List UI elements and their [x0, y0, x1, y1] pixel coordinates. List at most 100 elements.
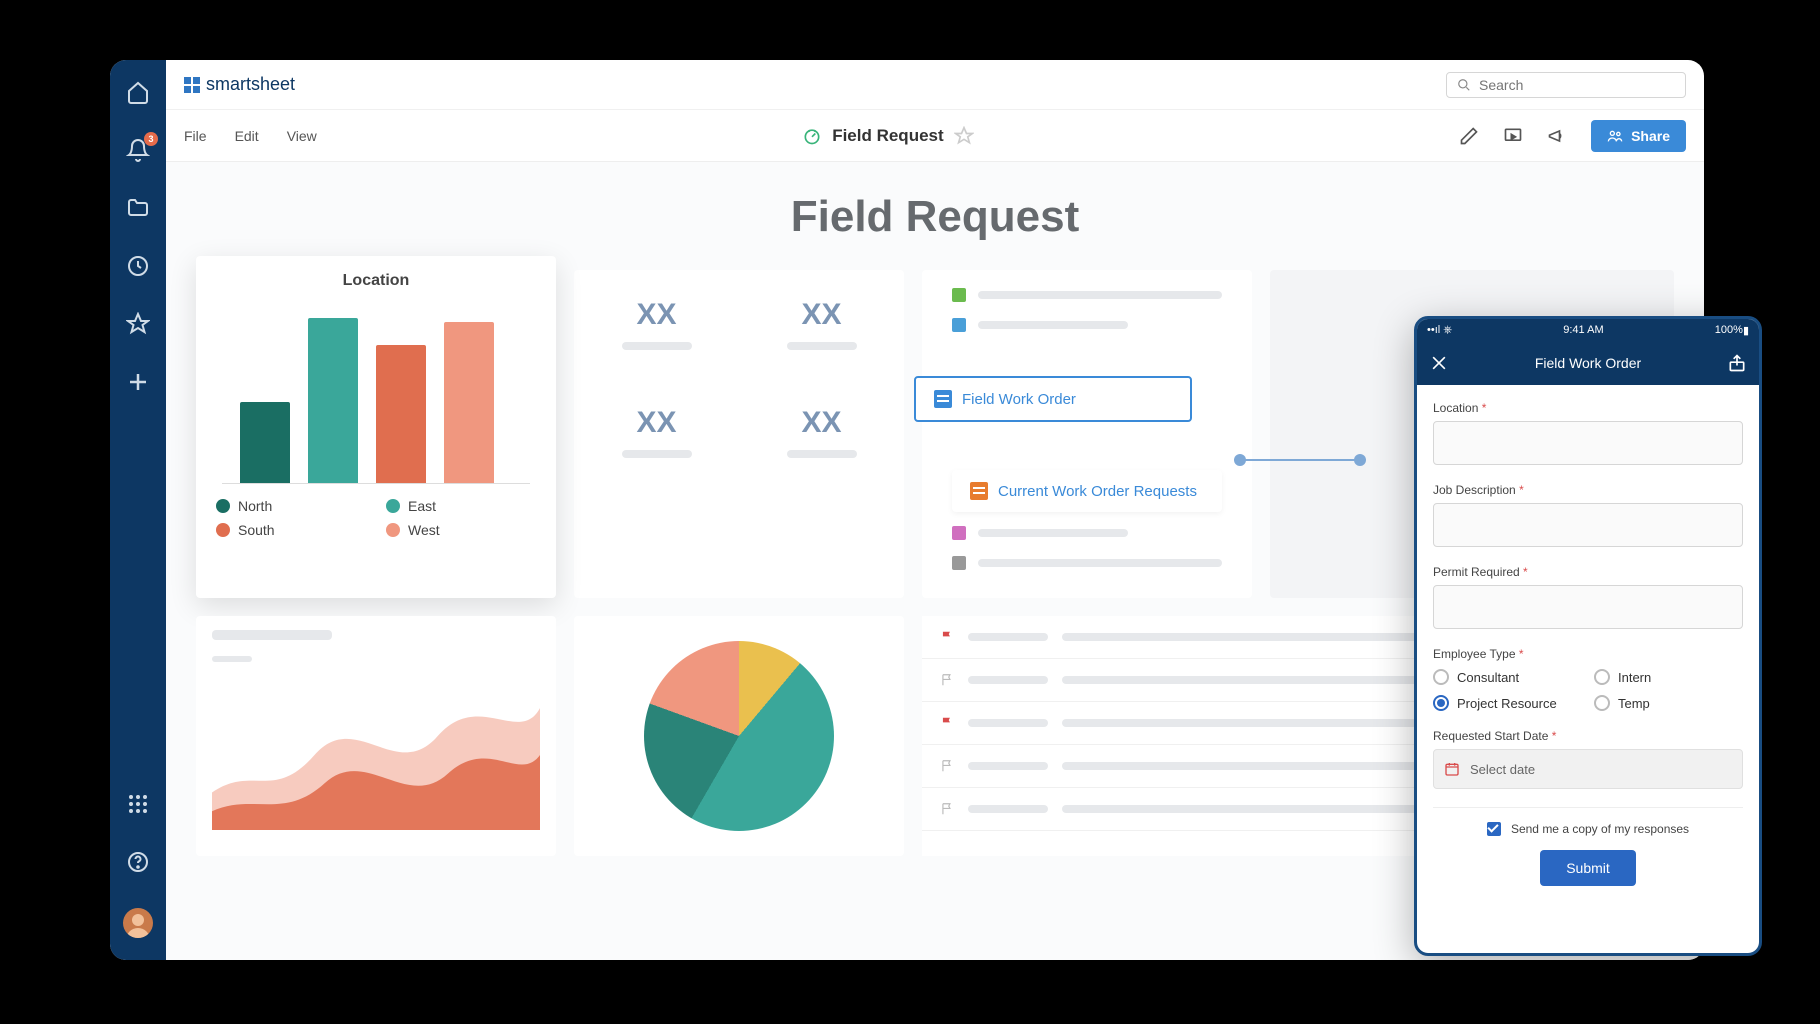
- apps-icon[interactable]: [126, 792, 150, 816]
- field-label: Permit Required: [1433, 565, 1520, 579]
- location-input[interactable]: [1433, 421, 1743, 465]
- legend-label: North: [238, 498, 272, 514]
- add-icon[interactable]: [126, 370, 150, 394]
- work-order-panel: Field Work Order Current Work Order Requ…: [922, 270, 1252, 598]
- radio-label: Project Resource: [1457, 696, 1557, 711]
- star-icon[interactable]: [954, 126, 974, 146]
- radio-option[interactable]: Consultant: [1433, 669, 1582, 685]
- field-label: Employee Type: [1433, 647, 1516, 661]
- home-icon[interactable]: [126, 80, 150, 104]
- legend-label: East: [408, 498, 436, 514]
- radio-option[interactable]: Temp: [1594, 695, 1743, 711]
- edit-icon[interactable]: [1459, 126, 1479, 146]
- checkbox-icon: [1487, 822, 1501, 836]
- pie-chart-placeholder: [574, 616, 904, 856]
- flag-icon: [940, 716, 954, 730]
- logo[interactable]: smartsheet: [184, 74, 295, 95]
- mobile-form: ••ıl ⎈ 9:41 AM 100% ▮ Field Work Order L…: [1414, 316, 1762, 956]
- stat-value: XX: [622, 406, 692, 440]
- area-chart-svg: [212, 680, 540, 830]
- wo-link-label: Field Work Order: [962, 391, 1076, 408]
- start-date-input[interactable]: Select date: [1433, 749, 1743, 789]
- radio-label: Intern: [1618, 670, 1651, 685]
- menu-edit[interactable]: Edit: [235, 128, 259, 144]
- legend: North East South West: [216, 498, 536, 538]
- notification-badge: 3: [144, 132, 158, 146]
- radio-option[interactable]: Intern: [1594, 669, 1743, 685]
- battery-icon: ▮: [1743, 324, 1749, 337]
- flag-icon: [940, 630, 954, 644]
- location-chart-card: Location North East South West: [196, 256, 556, 598]
- wo-link-label: Current Work Order Requests: [998, 483, 1197, 500]
- phone-form-body: Location * Job Description * Permit Requ…: [1417, 385, 1759, 953]
- flag-icon: [940, 673, 954, 687]
- submit-button[interactable]: Submit: [1540, 850, 1636, 886]
- search-input[interactable]: [1479, 77, 1675, 93]
- favorites-icon[interactable]: [126, 312, 150, 336]
- user-avatar[interactable]: [123, 908, 153, 938]
- share-icon[interactable]: [1727, 353, 1747, 373]
- radio-option[interactable]: Project Resource: [1433, 695, 1582, 711]
- permit-input[interactable]: [1433, 585, 1743, 629]
- folder-icon[interactable]: [126, 196, 150, 220]
- battery-status: 100%: [1715, 324, 1743, 336]
- recents-icon[interactable]: [126, 254, 150, 278]
- placeholder-line: [978, 321, 1128, 329]
- legend-item: East: [386, 498, 536, 514]
- field-work-order-link[interactable]: Field Work Order: [914, 376, 1192, 422]
- phone-title: Field Work Order: [1449, 355, 1727, 371]
- phone-header: Field Work Order: [1417, 341, 1759, 385]
- doc-title: Field Request: [832, 126, 943, 146]
- legend-item: West: [386, 522, 536, 538]
- placeholder-line: [622, 450, 692, 458]
- placeholder-line: [622, 342, 692, 350]
- placeholder-line: [787, 450, 857, 458]
- page-title: Field Request: [196, 192, 1674, 242]
- announce-icon[interactable]: [1547, 126, 1567, 146]
- bar-south: [376, 345, 426, 483]
- bar-west: [444, 322, 494, 483]
- menu-view[interactable]: View: [287, 128, 317, 144]
- people-icon: [1607, 128, 1623, 144]
- logo-mark-icon: [184, 77, 200, 93]
- search-icon: [1457, 78, 1471, 92]
- placeholder-line: [978, 529, 1128, 537]
- stat-value: XX: [787, 406, 857, 440]
- area-chart-placeholder: [196, 616, 556, 856]
- phone-status-bar: ••ıl ⎈ 9:41 AM 100% ▮: [1417, 319, 1759, 341]
- job-description-input[interactable]: [1433, 503, 1743, 547]
- employee-type-radios: Consultant Intern Project Resource Temp: [1433, 669, 1743, 711]
- bar-chart: [222, 304, 530, 484]
- present-icon[interactable]: [1503, 126, 1523, 146]
- word-doc-icon: [934, 390, 952, 408]
- signal-icon: ••ıl ⎈: [1427, 324, 1452, 337]
- calendar-icon: [1444, 761, 1460, 777]
- sidebar: 3: [110, 60, 166, 960]
- field-label: Job Description: [1433, 483, 1516, 497]
- stat-value: XX: [787, 298, 857, 332]
- search-box[interactable]: [1446, 72, 1686, 98]
- placeholder-line: [787, 342, 857, 350]
- share-button[interactable]: Share: [1591, 120, 1686, 152]
- menu-file[interactable]: File: [184, 128, 207, 144]
- field-label: Requested Start Date: [1433, 729, 1548, 743]
- field-label: Location: [1433, 401, 1478, 415]
- placeholder-line: [978, 559, 1222, 567]
- stat-panel: XX XX XX XX: [574, 270, 904, 598]
- bar-east: [308, 318, 358, 483]
- logo-text: smartsheet: [206, 74, 295, 95]
- copy-responses-row[interactable]: Send me a copy of my responses: [1433, 822, 1743, 836]
- date-placeholder: Select date: [1470, 762, 1535, 777]
- copy-label: Send me a copy of my responses: [1511, 822, 1689, 836]
- current-work-order-link[interactable]: Current Work Order Requests: [952, 470, 1222, 512]
- stat-value: XX: [622, 298, 692, 332]
- legend-item: North: [216, 498, 366, 514]
- phone-time: 9:41 AM: [1452, 324, 1715, 336]
- topbar: smartsheet: [166, 60, 1704, 110]
- flag-icon: [940, 802, 954, 816]
- close-icon[interactable]: [1429, 353, 1449, 373]
- help-icon[interactable]: [126, 850, 150, 874]
- radio-label: Temp: [1618, 696, 1650, 711]
- share-label: Share: [1631, 128, 1670, 144]
- toolbar: File Edit View Field Request Share: [166, 110, 1704, 162]
